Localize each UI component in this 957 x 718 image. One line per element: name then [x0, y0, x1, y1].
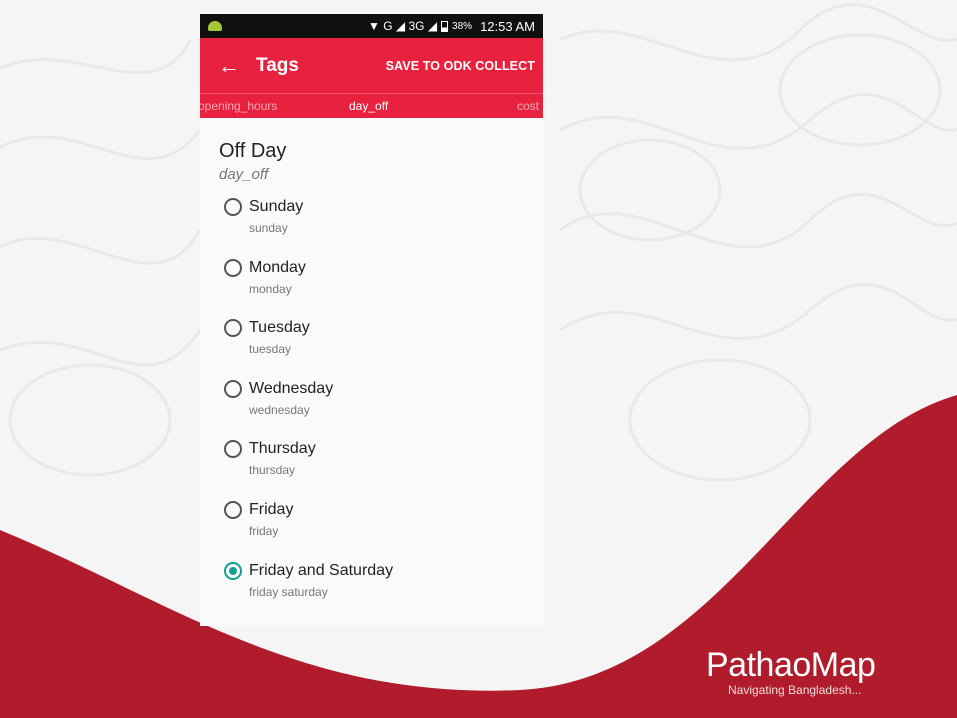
option-thursday[interactable]: Thursday thursday	[219, 437, 543, 498]
option-value: tuesday	[249, 342, 292, 357]
brand-name: PathaoMap	[706, 646, 876, 684]
radio-button[interactable]	[224, 440, 242, 459]
radio-button[interactable]	[224, 319, 242, 338]
question-title: Off Day	[219, 140, 287, 162]
radio-group: Sunday sunday Monday monday Tuesday tues…	[219, 195, 543, 619]
option-label: Wednesday	[249, 379, 334, 397]
option-label: Tuesday	[249, 319, 310, 337]
tab-day-off[interactable]: day_off	[349, 99, 388, 113]
phone-screen: ▼ G ◢ 3G ◢ 38% 12:53 AM ← Tags SAVE TO O…	[200, 14, 543, 626]
option-value: friday saturday	[249, 584, 328, 599]
option-label: Thursday	[249, 440, 316, 458]
option-friday[interactable]: Friday friday	[219, 498, 543, 559]
save-to-odk-collect-button[interactable]: SAVE TO ODK COLLECT	[386, 59, 535, 73]
battery-icon	[441, 20, 449, 32]
signal-indicators: ▼ G ◢ 3G ◢	[368, 19, 438, 33]
option-label: Friday and Saturday	[249, 561, 394, 579]
option-label: Sunday	[249, 198, 304, 215]
option-value: thursday	[249, 463, 296, 478]
option-value: monday	[249, 281, 292, 296]
question-panel: Off Day day_off Sunday sunday Monday mon…	[200, 140, 543, 619]
radio-button-checked[interactable]	[224, 561, 242, 580]
option-tuesday[interactable]: Tuesday tuesday	[219, 316, 543, 377]
tab-cost[interactable]: cost	[517, 99, 539, 113]
status-bar: ▼ G ◢ 3G ◢ 38% 12:53 AM	[200, 14, 543, 38]
app-bar: ← Tags SAVE TO ODK COLLECT	[200, 38, 543, 93]
pathaomap-logo: PathaoMap Navigating Bangladesh...	[706, 646, 876, 697]
radio-button[interactable]	[224, 379, 242, 398]
radio-button[interactable]	[224, 500, 242, 519]
battery-level: 38%	[452, 20, 473, 32]
question-key: day_off	[219, 166, 269, 183]
option-sunday[interactable]: Sunday sunday	[219, 195, 543, 256]
brand-tagline: Navigating Bangladesh...	[728, 683, 862, 697]
radio-button[interactable]	[224, 258, 242, 277]
option-label: Friday	[249, 500, 294, 518]
option-value: sunday	[249, 221, 288, 235]
option-monday[interactable]: Monday monday	[219, 256, 543, 317]
option-value: wednesday	[249, 402, 310, 417]
radio-button[interactable]	[224, 198, 242, 216]
tab-opening-hours[interactable]: opening_hours	[200, 99, 277, 113]
arrow-left-icon[interactable]: ←	[218, 54, 240, 77]
tab-strip: opening_hours day_off cost	[200, 93, 543, 118]
clock: 12:53 AM	[480, 18, 535, 34]
option-value: friday	[249, 523, 279, 538]
page-title: Tags	[256, 54, 299, 76]
option-friday-and-saturday[interactable]: Friday and Saturday friday saturday	[219, 559, 543, 620]
android-icon	[208, 21, 222, 31]
option-wednesday[interactable]: Wednesday wednesday	[219, 377, 543, 438]
option-label: Monday	[249, 258, 306, 276]
